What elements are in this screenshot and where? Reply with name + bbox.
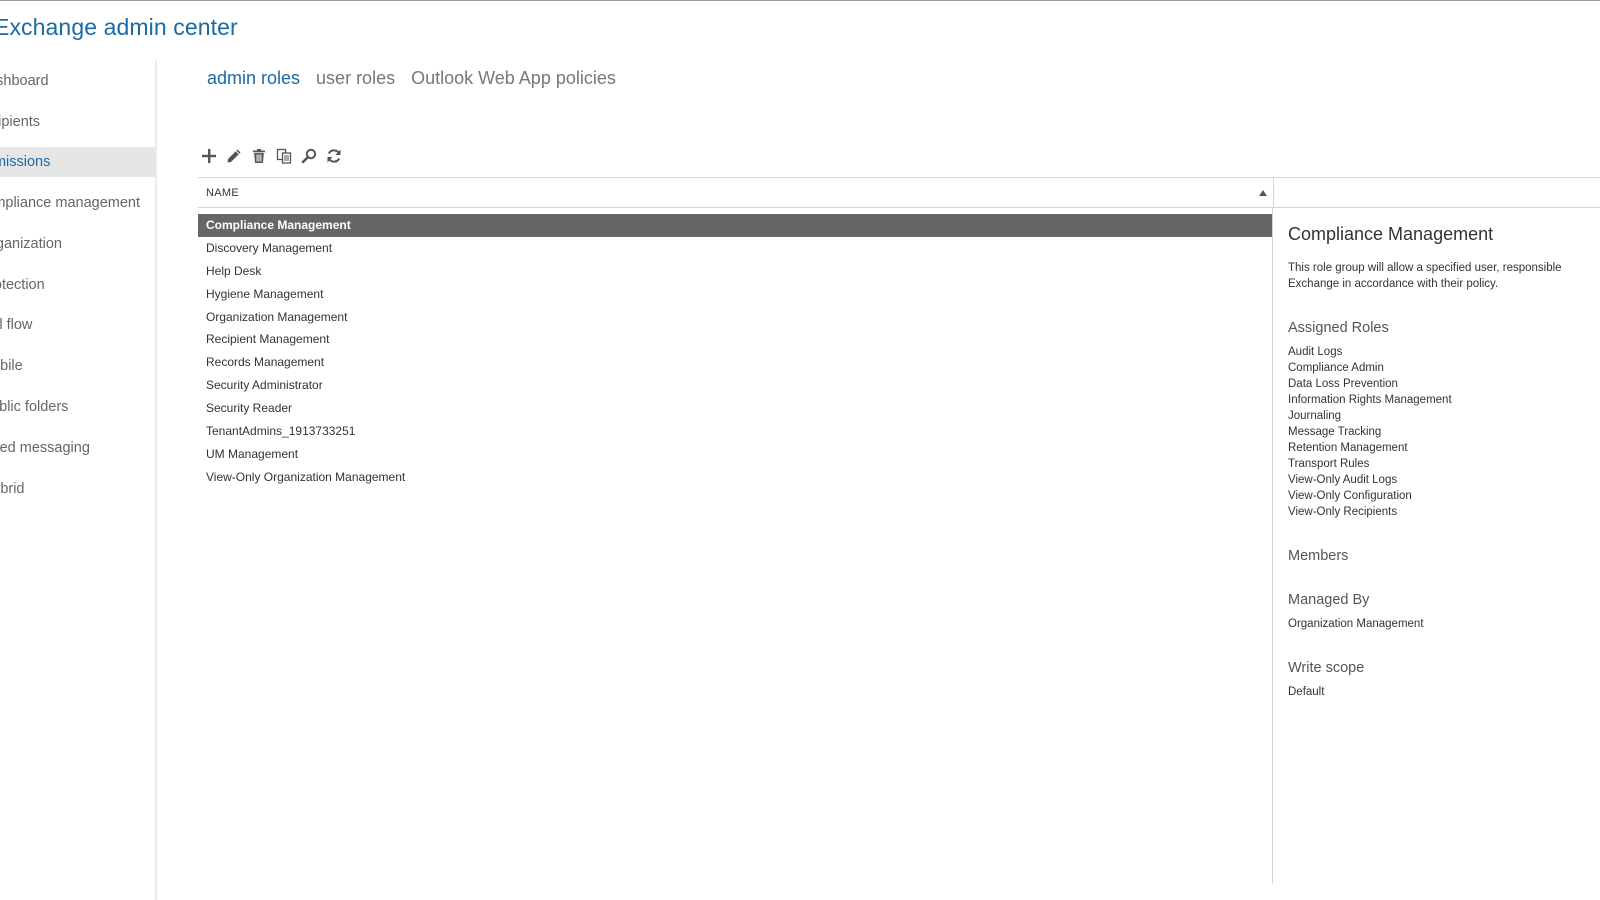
- list-item[interactable]: UM Management: [198, 443, 1272, 466]
- assigned-role: Transport Rules: [1288, 458, 1370, 470]
- role-group-list: Compliance Management Discovery Manageme…: [198, 214, 1272, 489]
- edit-button[interactable]: [224, 146, 243, 166]
- list-item[interactable]: Discovery Management: [198, 237, 1272, 260]
- detail-divider: [1272, 208, 1273, 884]
- list-item[interactable]: Security Reader: [198, 397, 1272, 420]
- list-item[interactable]: Compliance Management: [198, 214, 1272, 237]
- sidebar-item-protection[interactable]: protection: [0, 270, 155, 300]
- tab-outlook-web-app-policies[interactable]: Outlook Web App policies: [411, 68, 616, 89]
- members-section: Members: [1288, 546, 1600, 578]
- list-item[interactable]: Recipient Management: [198, 328, 1272, 351]
- list-item[interactable]: Hygiene Management: [198, 283, 1272, 306]
- top-border: [0, 0, 1600, 1]
- copy-button[interactable]: [274, 146, 293, 166]
- add-icon: [201, 149, 216, 163]
- list-item[interactable]: Records Management: [198, 351, 1272, 374]
- search-button[interactable]: [299, 146, 318, 166]
- sort-ascending-icon[interactable]: [1259, 190, 1267, 196]
- assigned-role: Information Rights Management: [1288, 394, 1452, 406]
- sidebar-item-permissions[interactable]: permissions: [0, 147, 155, 177]
- delete-button[interactable]: [249, 146, 268, 166]
- sidebar-item-mobile[interactable]: mobile: [0, 351, 155, 381]
- sidebar-item-organization[interactable]: organization: [0, 229, 155, 259]
- sidebar-item-public-folders[interactable]: public folders: [0, 392, 155, 422]
- search-icon: [301, 148, 316, 164]
- managed-by-value: Organization Management: [1288, 618, 1424, 630]
- list-item[interactable]: Help Desk: [198, 260, 1272, 283]
- tab-admin-roles[interactable]: admin roles: [207, 68, 300, 89]
- detail-description-line: Exchange in accordance with their policy…: [1288, 278, 1499, 290]
- detail-description: This role group will allow a specified u…: [1288, 260, 1600, 292]
- assigned-role: View-Only Recipients: [1288, 506, 1398, 518]
- column-header-name[interactable]: NAME: [206, 187, 239, 199]
- write-scope-value: Default: [1288, 686, 1325, 698]
- assigned-role: Message Tracking: [1288, 426, 1382, 438]
- refresh-icon: [327, 149, 340, 163]
- list-item[interactable]: TenantAdmins_1913733251: [198, 420, 1272, 443]
- sidebar-item-recipients[interactable]: recipients: [0, 107, 155, 137]
- sidebar-item-unified-messaging[interactable]: unified messaging: [0, 433, 155, 463]
- sidebar-item-hybrid[interactable]: hybrid: [0, 474, 155, 504]
- assigned-role: View-Only Configuration: [1288, 490, 1412, 502]
- write-scope-heading: Write scope: [1288, 660, 1365, 676]
- assigned-role: Retention Management: [1288, 442, 1408, 454]
- write-scope-section: Write scope Default: [1288, 658, 1600, 700]
- toolbar: [199, 146, 343, 166]
- detail-pane: Compliance Management This role group wi…: [1288, 222, 1600, 700]
- detail-description-line: This role group will allow a specified u…: [1288, 262, 1562, 274]
- assigned-role: Data Loss Prevention: [1288, 378, 1398, 390]
- sidebar: dashboard recipients permissions complia…: [0, 60, 157, 900]
- managed-by-heading: Managed By: [1288, 592, 1370, 608]
- tab-user-roles[interactable]: user roles: [316, 68, 395, 89]
- refresh-button[interactable]: [324, 146, 343, 166]
- sidebar-item-compliance-management[interactable]: compliance management: [0, 188, 155, 218]
- list-item[interactable]: Organization Management: [198, 306, 1272, 329]
- detail-title: Compliance Management: [1288, 224, 1494, 244]
- detail-header: [1273, 177, 1600, 208]
- list-item[interactable]: View-Only Organization Management: [198, 466, 1272, 489]
- assigned-role: Audit Logs: [1288, 346, 1343, 358]
- app-title: Exchange admin center: [0, 14, 238, 40]
- sidebar-item-mail-flow[interactable]: mail flow: [0, 310, 155, 340]
- managed-by-section: Managed By Organization Management: [1288, 590, 1600, 632]
- edit-icon: [227, 149, 240, 163]
- list-item[interactable]: Security Administrator: [198, 374, 1272, 397]
- members-heading: Members: [1288, 548, 1349, 564]
- copy-icon: [276, 148, 291, 164]
- tab-bar: admin roles user roles Outlook Web App p…: [207, 68, 616, 89]
- add-button[interactable]: [199, 146, 218, 166]
- assigned-role: Journaling: [1288, 410, 1342, 422]
- assigned-role: Compliance Admin: [1288, 362, 1384, 374]
- assigned-roles-heading: Assigned Roles: [1288, 320, 1389, 336]
- delete-icon: [252, 149, 265, 163]
- list-header: NAME: [198, 177, 1273, 208]
- assigned-role: View-Only Audit Logs: [1288, 474, 1398, 486]
- assigned-roles-list: Audit Logs Compliance Admin Data Loss Pr…: [1288, 344, 1600, 520]
- sidebar-item-dashboard[interactable]: dashboard: [0, 66, 155, 96]
